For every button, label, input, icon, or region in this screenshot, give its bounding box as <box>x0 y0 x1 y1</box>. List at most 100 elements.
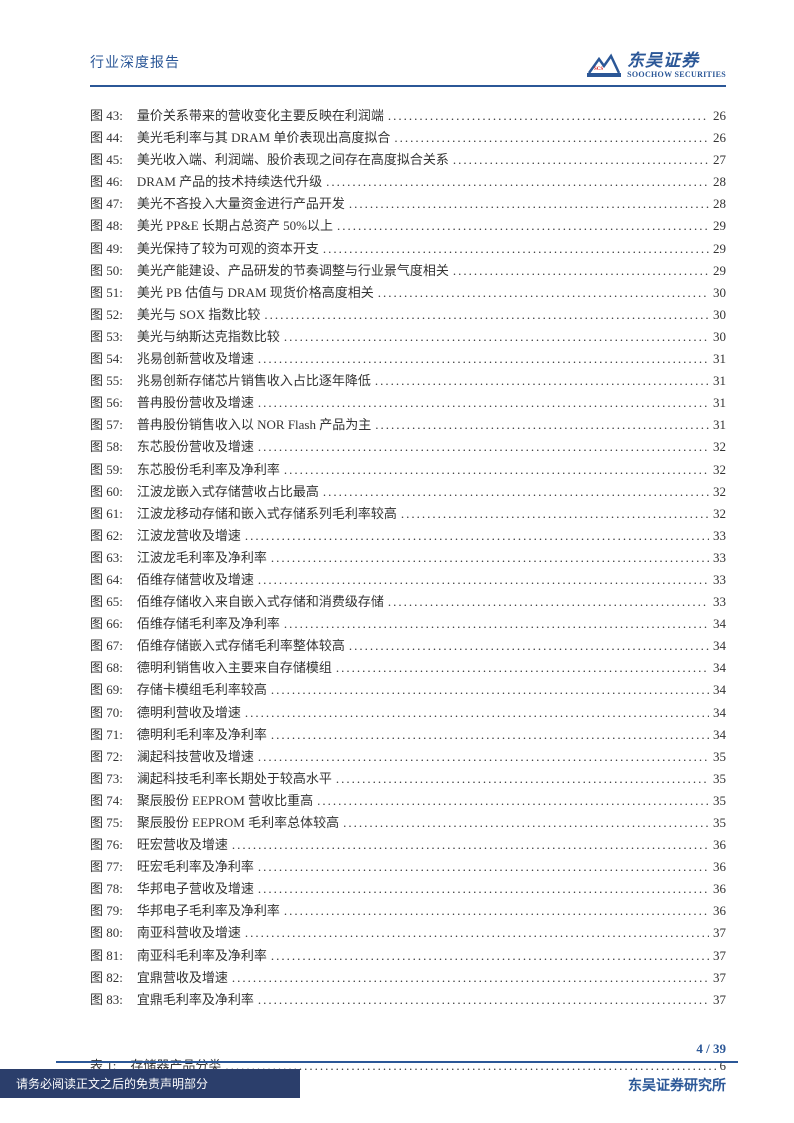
toc-item: 图 71:德明利毛利率及净利率34 <box>90 724 726 746</box>
logo-icon: SCS <box>587 53 621 79</box>
toc-item-title: 美光 PP&E 长期占总资产 50%以上 <box>137 215 333 237</box>
toc-item-number: 图 50: <box>90 260 123 282</box>
toc-item-number: 图 59: <box>90 459 123 481</box>
toc-item-number: 图 58: <box>90 436 123 458</box>
toc-leader-dots <box>375 414 709 436</box>
toc-leader-dots <box>388 105 709 127</box>
toc-leader-dots <box>388 591 709 613</box>
toc-item: 图 65:佰维存储收入来自嵌入式存储和消费级存储33 <box>90 591 726 613</box>
toc-item-title: 南亚科毛利率及净利率 <box>137 945 267 967</box>
toc-leader-dots <box>375 370 709 392</box>
toc-item: 图 63:江波龙毛利率及净利率33 <box>90 547 726 569</box>
toc-item-number: 图 69: <box>90 679 123 701</box>
toc-leader-dots <box>453 149 709 171</box>
toc-item-title: 美光保持了较为可观的资本开支 <box>137 238 319 260</box>
toc-item-page: 34 <box>713 724 726 746</box>
toc-leader-dots <box>336 657 709 679</box>
toc-item-number: 图 65: <box>90 591 123 613</box>
toc-item-number: 图 45: <box>90 149 123 171</box>
toc-item: 图 56: 普冉股份营收及增速 31 <box>90 392 726 414</box>
toc-item-number: 图 83: <box>90 989 123 1011</box>
toc-item-number: 图 44: <box>90 127 123 149</box>
toc-item-page: 33 <box>713 547 726 569</box>
toc-item-page: 31 <box>713 392 726 414</box>
toc-item: 图 54:兆易创新营收及增速31 <box>90 348 726 370</box>
toc-item-number: 图 49: <box>90 238 123 260</box>
toc-item: 图 44:美光毛利率与其 DRAM 单价表现出高度拟合26 <box>90 127 726 149</box>
toc-item-page: 34 <box>713 635 726 657</box>
toc-item-page: 29 <box>713 238 726 260</box>
toc-item-number: 图 63: <box>90 547 123 569</box>
toc-item-number: 图 54: <box>90 348 123 370</box>
toc-item-page: 33 <box>713 525 726 547</box>
toc-item-number: 图 82: <box>90 967 123 989</box>
toc-item: 图 51:美光 PB 估值与 DRAM 现货价格高度相关30 <box>90 282 726 304</box>
toc-item-number: 图 72: <box>90 746 123 768</box>
toc-item-number: 图 77: <box>90 856 123 878</box>
toc-item-number: 图 70: <box>90 702 123 724</box>
toc-item-title: 旺宏毛利率及净利率 <box>137 856 254 878</box>
toc-leader-dots <box>258 348 709 370</box>
toc-leader-dots <box>258 392 709 414</box>
toc-item-number: 图 71: <box>90 724 123 746</box>
toc-item-title: 佰维存储毛利率及净利率 <box>137 613 280 635</box>
toc-item: 图 64:佰维存储营收及增速33 <box>90 569 726 591</box>
toc-leader-dots <box>394 127 709 149</box>
toc-item-number: 图 52: <box>90 304 123 326</box>
toc-item-page: 29 <box>713 215 726 237</box>
toc-item-title: 美光与纳斯达克指数比较 <box>137 326 280 348</box>
toc-leader-dots <box>271 547 709 569</box>
toc-item-title: 佰维存储收入来自嵌入式存储和消费级存储 <box>137 591 384 613</box>
toc-item-page: 31 <box>713 348 726 370</box>
toc-leader-dots <box>232 967 709 989</box>
toc-leader-dots <box>245 702 709 724</box>
toc-item-title: 华邦电子毛利率及净利率 <box>137 900 280 922</box>
toc-item-page: 37 <box>713 967 726 989</box>
toc-item: 图 47:美光不吝投入大量资金进行产品开发28 <box>90 193 726 215</box>
toc-item-page: 32 <box>713 481 726 503</box>
toc-item-page: 36 <box>713 900 726 922</box>
toc-leader-dots <box>323 238 709 260</box>
toc-item-title: 美光与 SOX 指数比较 <box>137 304 261 326</box>
toc-item: 图 73: 澜起科技毛利率长期处于较高水平 35 <box>90 768 726 790</box>
toc-item: 图 45:美光收入端、利润端、股价表现之间存在高度拟合关系27 <box>90 149 726 171</box>
page-number: 4 / 39 <box>0 1041 794 1057</box>
toc-leader-dots <box>258 856 709 878</box>
toc-item-number: 图 73: <box>90 768 123 790</box>
toc-item-number: 图 80: <box>90 922 123 944</box>
toc-item: 图 66:佰维存储毛利率及净利率34 <box>90 613 726 635</box>
toc-item: 图 60:江波龙嵌入式存储营收占比最高32 <box>90 481 726 503</box>
toc-item-number: 图 76: <box>90 834 123 856</box>
toc-item: 图 61:江波龙移动存储和嵌入式存储系列毛利率较高32 <box>90 503 726 525</box>
toc-item-page: 34 <box>713 679 726 701</box>
toc-item-number: 图 56: <box>90 392 123 414</box>
toc-item-number: 图 64: <box>90 569 123 591</box>
toc-item-page: 34 <box>713 657 726 679</box>
toc-leader-dots <box>323 481 709 503</box>
toc-item-title: 兆易创新存储芯片销售收入占比逐年降低 <box>137 370 371 392</box>
toc-item-title: 量价关系带来的营收变化主要反映在利润端 <box>137 105 384 127</box>
toc-item-number: 图 75: <box>90 812 123 834</box>
toc-item-page: 32 <box>713 503 726 525</box>
toc-item-page: 32 <box>713 436 726 458</box>
toc-item-page: 31 <box>713 370 726 392</box>
toc-leader-dots <box>284 326 709 348</box>
toc-item-page: 35 <box>713 790 726 812</box>
toc-item-title: 美光不吝投入大量资金进行产品开发 <box>137 193 345 215</box>
toc-item-title: 南亚科营收及增速 <box>137 922 241 944</box>
toc-item-title: 普冉股份营收及增速 <box>137 392 254 414</box>
toc-item-number: 图 61: <box>90 503 123 525</box>
doc-title: 行业深度报告 <box>90 52 180 72</box>
toc-leader-dots <box>343 812 709 834</box>
toc-item-page: 31 <box>713 414 726 436</box>
toc-leader-dots <box>401 503 709 525</box>
toc-item-title: 旺宏营收及增速 <box>137 834 228 856</box>
toc-item: 图 69:存储卡模组毛利率较高34 <box>90 679 726 701</box>
toc-item-page: 35 <box>713 768 726 790</box>
toc-item-title: 澜起科技毛利率长期处于较高水平 <box>137 768 332 790</box>
toc-item-title: 聚辰股份 EEPROM 毛利率总体较高 <box>137 812 339 834</box>
toc-item: 图 57:普冉股份销售收入以 NOR Flash 产品为主31 <box>90 414 726 436</box>
toc-item-number: 图 55: <box>90 370 123 392</box>
toc-item-page: 37 <box>713 989 726 1011</box>
toc-leader-dots <box>326 171 709 193</box>
